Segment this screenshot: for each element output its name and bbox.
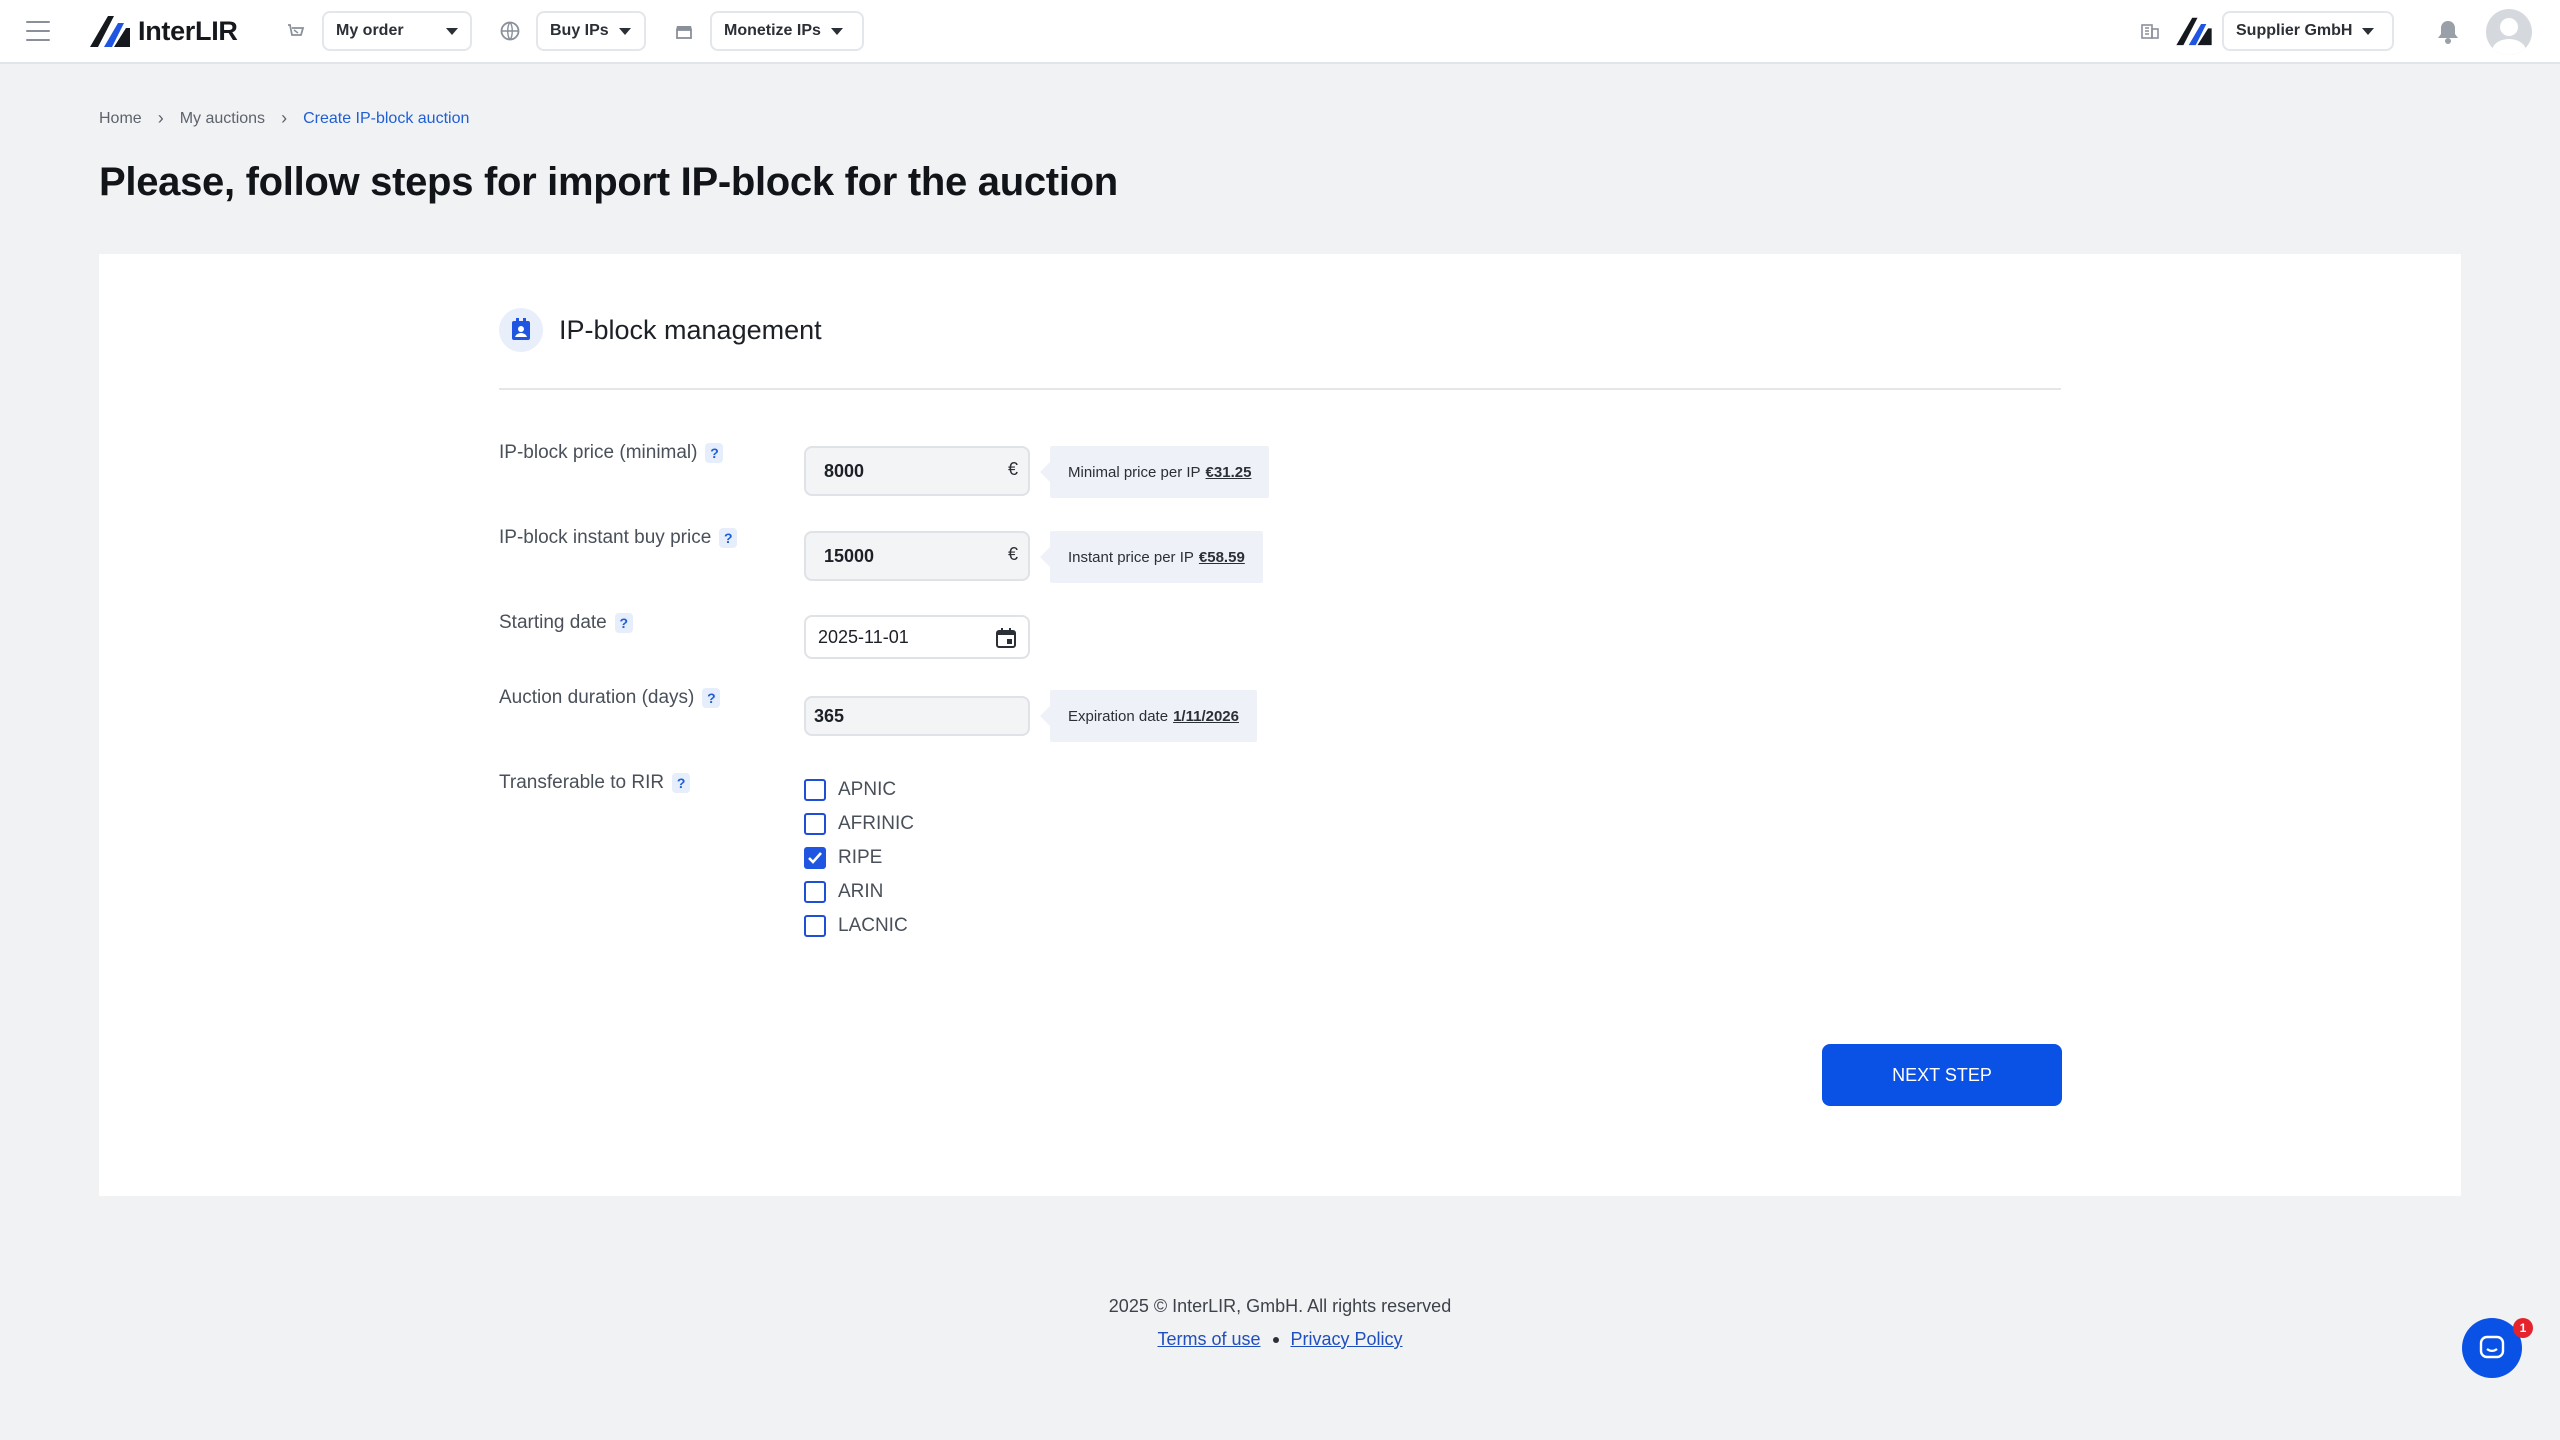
menu-icon[interactable] <box>26 21 50 41</box>
copyright-text: 2025 © InterLIR, GmbH. All rights reserv… <box>1108 1296 1452 1316</box>
nav-my-order: My order <box>284 11 472 51</box>
brand-logo[interactable]: InterLIR <box>90 14 238 48</box>
chevron-down-icon <box>446 27 458 35</box>
chevron-right-icon: › <box>281 108 288 128</box>
rir-label: Transferable to RIR ? <box>499 772 691 794</box>
rir-option-label: APNIC <box>838 779 897 800</box>
checkmark-icon <box>808 852 822 864</box>
min-price-label: IP-block price (minimal) ? <box>499 442 724 464</box>
top-navigation-bar: InterLIR My order Buy IPs Monetize IPs S… <box>0 0 2560 64</box>
instant-price-hint: Instant price per IP €58.59 <box>1040 531 1263 583</box>
buy-ips-label: Buy IPs <box>550 22 609 39</box>
help-icon[interactable]: ? <box>614 613 633 633</box>
help-icon[interactable]: ? <box>705 443 724 463</box>
separator-dot <box>1272 1336 1279 1343</box>
page-title: Please, follow steps for import IP-block… <box>99 160 1118 204</box>
expiration-hint: Expiration date 1/11/2026 <box>1040 690 1257 742</box>
contact-card-icon <box>499 308 543 352</box>
start-date-label: Starting date ? <box>499 612 633 634</box>
expiration-hint-text: Expiration date <box>1068 707 1169 725</box>
rir-option-afrinic[interactable]: AFRINIC <box>804 813 914 835</box>
next-step-button[interactable]: NEXT STEP <box>1822 1044 2062 1106</box>
rir-option-label: LACNIC <box>838 915 908 936</box>
my-order-dropdown[interactable]: My order <box>322 11 472 51</box>
terms-of-use-link[interactable]: Terms of use <box>1157 1329 1260 1350</box>
currency-euro-sign: € <box>1007 544 1018 564</box>
checkbox[interactable] <box>804 813 826 835</box>
bell-icon[interactable] <box>2436 19 2460 50</box>
duration-field <box>804 696 1030 736</box>
currency-euro-sign: € <box>1007 459 1018 479</box>
help-icon[interactable]: ? <box>719 528 738 548</box>
start-date-field <box>804 615 1030 659</box>
store-icon <box>672 19 696 43</box>
breadcrumb: Home › My auctions › Create IP-block auc… <box>99 108 469 129</box>
rir-option-apnic[interactable]: APNIC <box>804 779 896 801</box>
expiration-date-value: 1/11/2026 <box>1173 707 1239 725</box>
instant-price-field: € <box>804 531 1030 581</box>
brand-name: InterLIR <box>138 15 238 46</box>
rir-option-arin[interactable]: ARIN <box>804 881 883 903</box>
cart-icon <box>284 19 308 43</box>
start-date-label-text: Starting date <box>499 612 607 633</box>
min-price-label-text: IP-block price (minimal) <box>499 442 698 463</box>
building-icon <box>2138 19 2162 43</box>
auction-form-card: IP-block management IP-block price (mini… <box>99 254 2461 1196</box>
chevron-down-icon <box>2362 27 2375 35</box>
nav-monetize-ips: Monetize IPs <box>672 11 864 51</box>
calendar-icon[interactable] <box>994 626 1018 655</box>
chevron-down-icon <box>618 27 631 35</box>
min-price-per-ip-value: €31.25 <box>1205 463 1252 481</box>
user-avatar-icon[interactable] <box>2486 9 2532 55</box>
breadcrumb-current: Create IP-block auction <box>303 109 470 127</box>
rir-option-ripe[interactable]: RIPE <box>804 847 882 869</box>
monetize-ips-dropdown[interactable]: Monetize IPs <box>710 11 864 51</box>
help-icon[interactable]: ? <box>702 688 721 708</box>
card-divider <box>499 388 2061 390</box>
buy-ips-dropdown[interactable]: Buy IPs <box>536 11 646 51</box>
chevron-right-icon: › <box>157 108 164 128</box>
company-switcher: Supplier GmbH <box>2138 11 2394 51</box>
start-date-input[interactable] <box>818 626 1016 648</box>
min-price-hint: Minimal price per IP €31.25 <box>1039 446 1270 498</box>
min-price-hint-text: Minimal price per IP <box>1068 463 1201 481</box>
my-order-label: My order <box>336 22 404 39</box>
min-price-field: € <box>804 446 1030 496</box>
instant-price-label: IP-block instant buy price ? <box>499 527 738 549</box>
min-price-input[interactable] <box>824 460 1010 482</box>
nav-buy-ips: Buy IPs <box>498 11 646 51</box>
duration-input[interactable] <box>814 705 1020 727</box>
instant-price-per-ip-value: €58.59 <box>1198 548 1245 566</box>
chevron-down-icon <box>830 27 843 35</box>
checkbox[interactable] <box>804 915 826 937</box>
company-dropdown[interactable]: Supplier GmbH <box>2222 11 2394 51</box>
card-header: IP-block management <box>499 308 822 352</box>
footer-links: Terms of use Privacy Policy <box>0 1329 2560 1350</box>
help-icon[interactable]: ? <box>672 773 691 793</box>
monetize-ips-label: Monetize IPs <box>724 22 821 39</box>
breadcrumb-home[interactable]: Home <box>99 110 142 128</box>
checkbox[interactable] <box>804 881 826 903</box>
company-label: Supplier GmbH <box>2236 22 2353 39</box>
checkbox-checked[interactable] <box>804 847 826 869</box>
card-title: IP-block management <box>559 314 822 345</box>
checkbox[interactable] <box>804 779 826 801</box>
instant-price-label-text: IP-block instant buy price <box>499 527 712 548</box>
globe-icon <box>498 19 522 43</box>
rir-option-label: RIPE <box>838 847 883 868</box>
instant-price-input[interactable] <box>824 545 1010 567</box>
duration-label: Auction duration (days) ? <box>499 687 721 709</box>
rir-option-label: AFRINIC <box>838 813 914 834</box>
duration-label-text: Auction duration (days) <box>499 687 695 708</box>
instant-price-hint-text: Instant price per IP <box>1068 548 1194 566</box>
rir-label-text: Transferable to RIR <box>499 772 665 793</box>
interlir-logo-icon <box>90 16 130 47</box>
rir-option-lacnic[interactable]: LACNIC <box>804 915 908 937</box>
breadcrumb-my-auctions[interactable]: My auctions <box>180 110 265 128</box>
footer: 2025 © InterLIR, GmbH. All rights reserv… <box>0 1296 2560 1350</box>
interlir-company-logo-icon <box>2176 17 2212 46</box>
rir-option-label: ARIN <box>838 881 884 902</box>
privacy-policy-link[interactable]: Privacy Policy <box>1291 1329 1403 1350</box>
chat-notification-badge: 1 <box>2513 1318 2533 1338</box>
